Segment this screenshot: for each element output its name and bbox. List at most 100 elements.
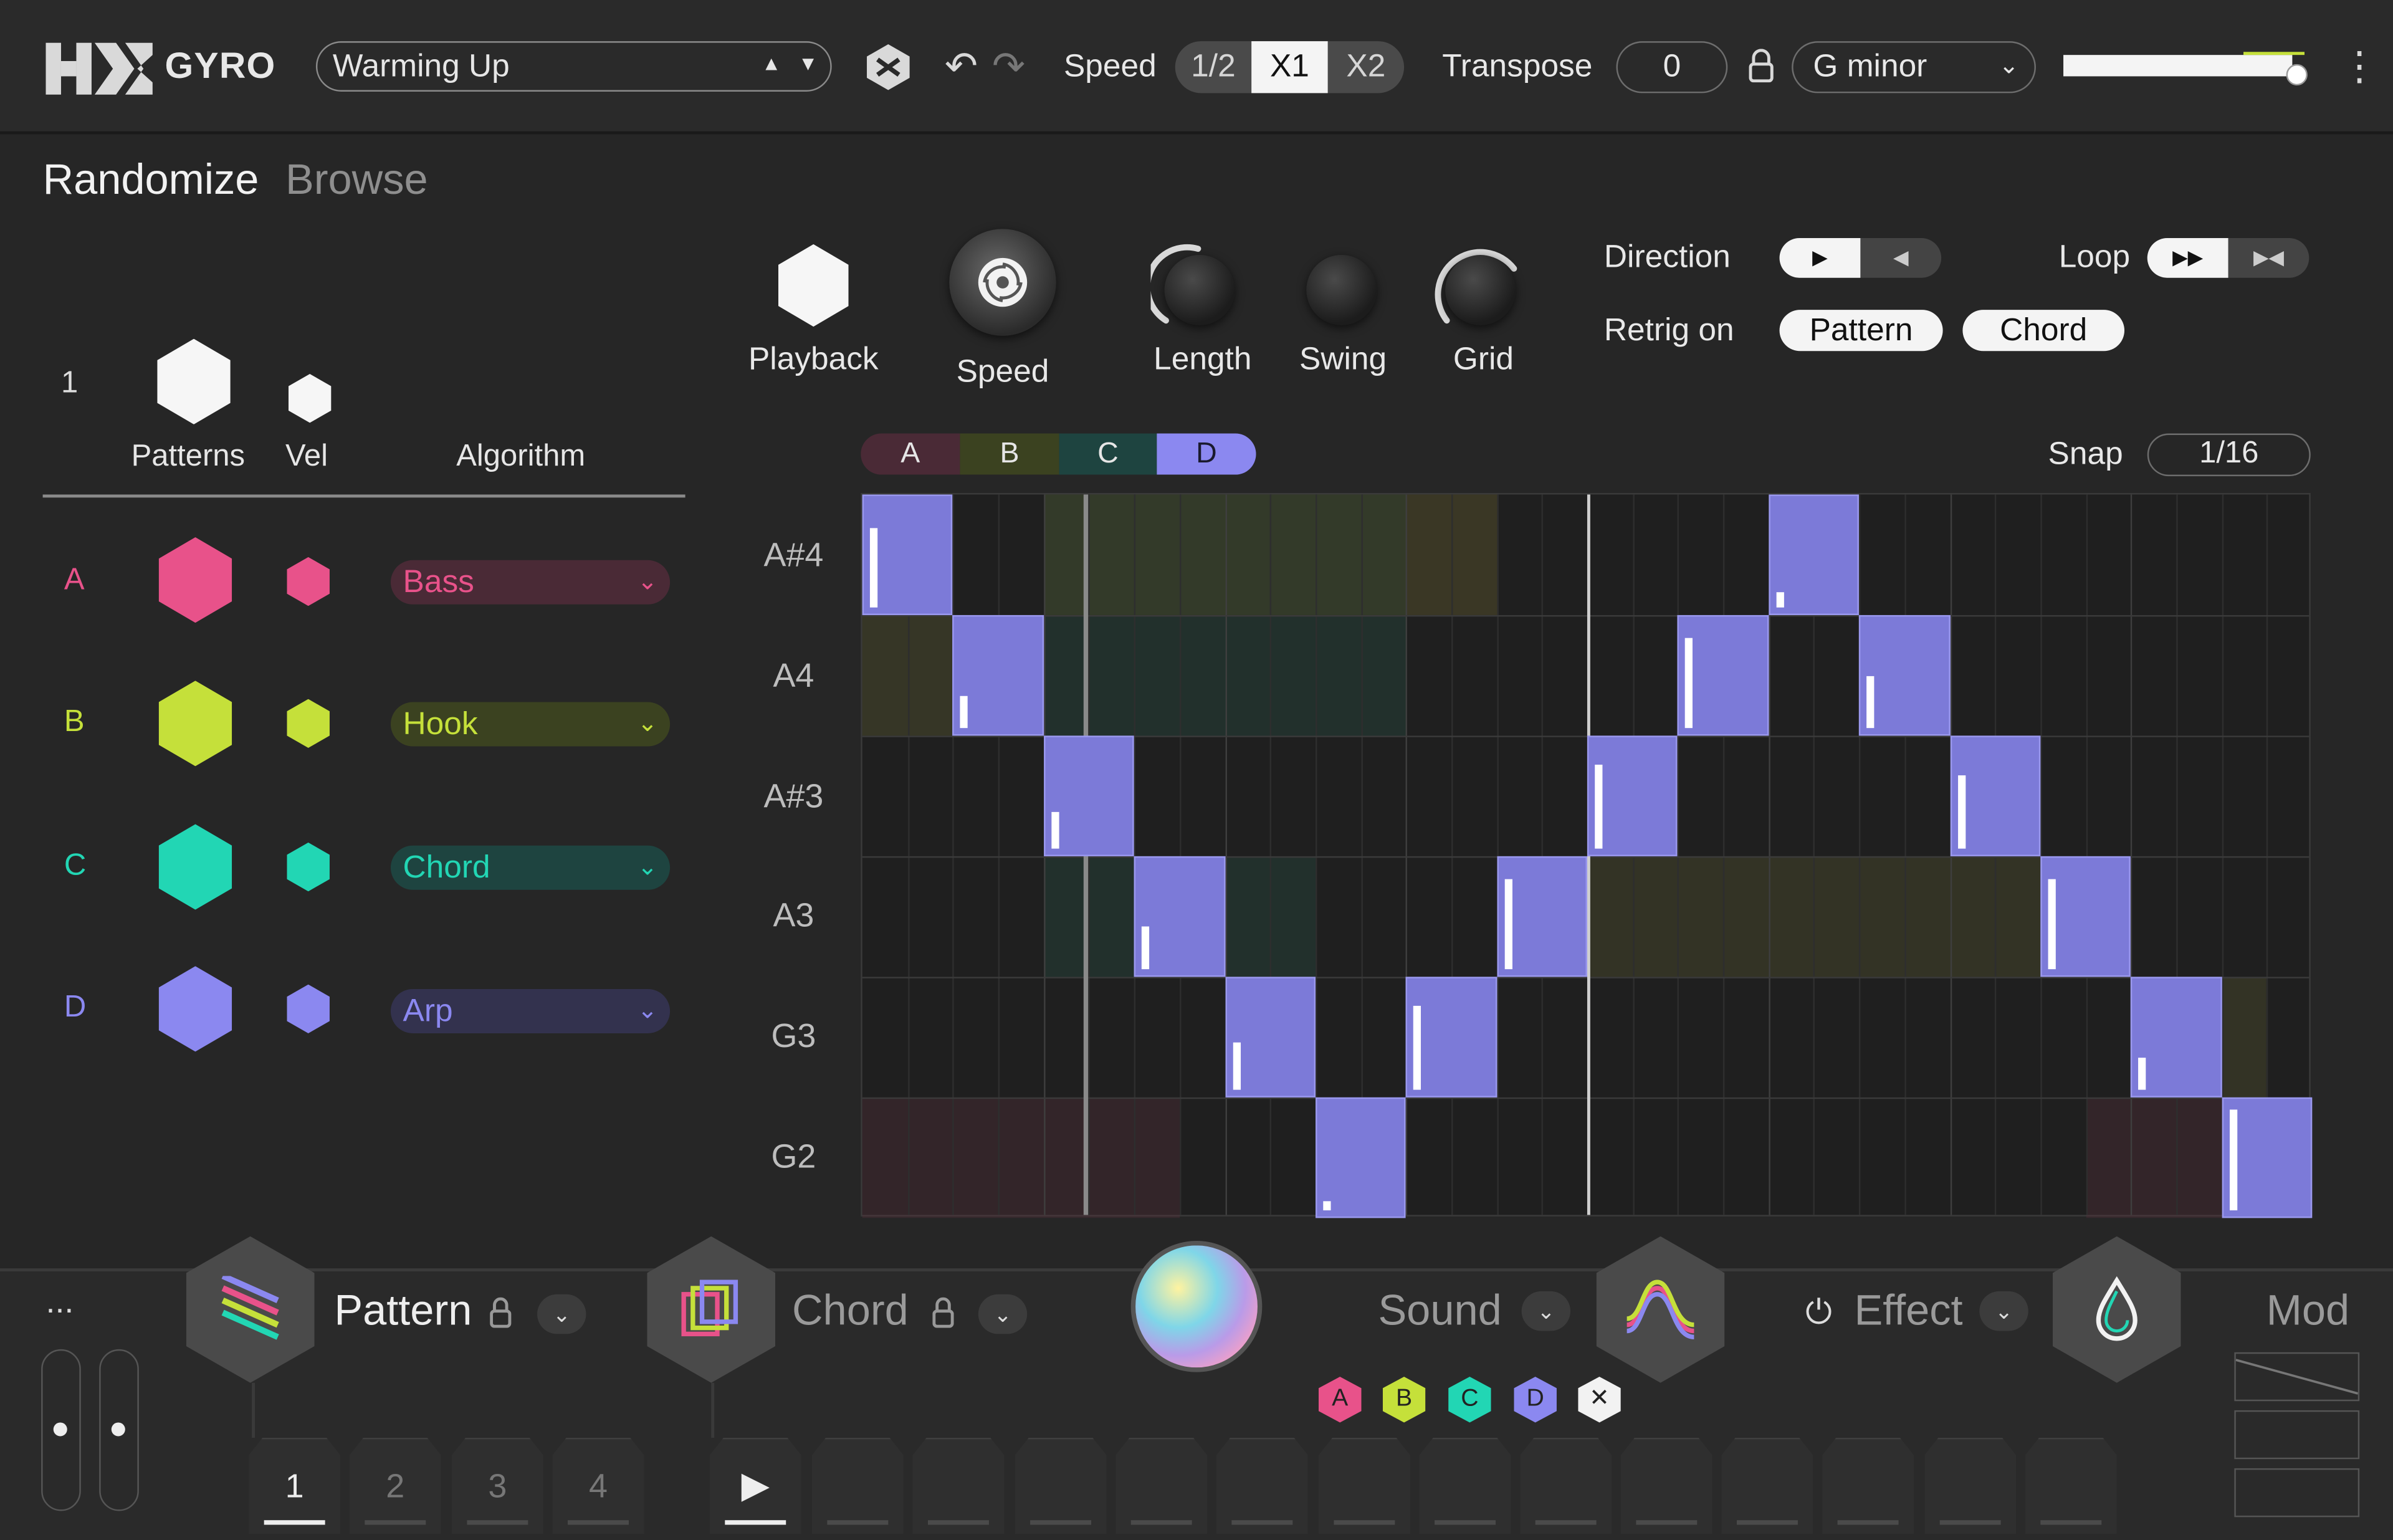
sequence-step[interactable] — [912, 1437, 1005, 1534]
note-block[interactable] — [953, 615, 1044, 736]
algorithm-a-dropdown[interactable]: Bass ⌄ — [390, 560, 671, 605]
vel-master-hexagon[interactable] — [288, 374, 332, 423]
lock-icon[interactable] — [490, 1297, 512, 1328]
pattern-dropdown-button[interactable]: ⌄ — [537, 1294, 586, 1334]
velocity-bar[interactable] — [1051, 811, 1059, 849]
velocity-bar[interactable] — [1595, 764, 1603, 849]
preset-selector[interactable]: Warming Up ▲ ▼ — [315, 41, 832, 92]
sequence-step[interactable] — [1721, 1437, 1813, 1534]
speed-x1-button[interactable]: X1 — [1251, 41, 1328, 93]
loop-pingpong-button[interactable]: ▶◀ — [2228, 238, 2309, 278]
velocity-bar[interactable] — [1504, 879, 1512, 970]
sequence-step[interactable] — [1015, 1437, 1107, 1534]
velocity-bar[interactable] — [1413, 1005, 1421, 1090]
pattern-tab-c[interactable]: C — [1059, 433, 1157, 475]
tab-randomize[interactable]: Randomize — [43, 156, 259, 204]
note-block[interactable] — [1225, 977, 1316, 1098]
velocity-bar[interactable] — [2048, 879, 2056, 970]
pattern-tab-a[interactable]: A — [861, 433, 960, 475]
pattern-slot-2[interactable]: 2 — [349, 1437, 441, 1534]
output-volume-slider[interactable] — [2063, 52, 2308, 86]
mod-wheel[interactable] — [99, 1349, 139, 1511]
speed-knob[interactable] — [949, 229, 1056, 336]
pattern-slot-4[interactable]: 4 — [552, 1437, 644, 1534]
note-block[interactable] — [1134, 856, 1225, 977]
direction-reverse-button[interactable]: ◀ — [1860, 238, 1941, 278]
velocity-bar[interactable] — [1957, 775, 1966, 849]
note-block[interactable] — [1587, 735, 1678, 856]
velocity-bar[interactable] — [1322, 1201, 1331, 1211]
key-selector[interactable]: G minor ⌄ — [1792, 41, 2036, 93]
sequence-play-button[interactable]: ▶ — [709, 1437, 801, 1534]
algorithm-c-dropdown[interactable]: Chord ⌄ — [390, 845, 671, 890]
volume-handle[interactable] — [2286, 64, 2308, 86]
playback-hexagon[interactable] — [778, 244, 849, 327]
randomize-dice-icon[interactable] — [864, 43, 912, 92]
algorithm-d-dropdown[interactable]: Arp ⌄ — [390, 988, 671, 1033]
note-block[interactable] — [2131, 977, 2222, 1098]
note-block[interactable] — [1496, 856, 1587, 977]
sequence-step[interactable] — [1318, 1437, 1410, 1534]
more-menu-icon[interactable]: ⋮ — [2339, 43, 2379, 90]
redo-icon[interactable]: ↷ — [992, 43, 1025, 90]
sequence-step[interactable] — [1620, 1437, 1712, 1534]
grid-knob[interactable] — [1445, 254, 1516, 325]
vel-a-hexagon[interactable] — [287, 557, 330, 606]
piano-roll-grid[interactable] — [861, 493, 2313, 1218]
pattern-slot-3[interactable]: 3 — [451, 1437, 543, 1534]
retrig-chord-button[interactable]: Chord — [1962, 310, 2125, 352]
velocity-bar[interactable] — [2138, 1058, 2146, 1090]
sequence-step[interactable] — [1822, 1437, 1914, 1534]
more-options-icon[interactable]: ... — [45, 1282, 74, 1322]
velocity-bar[interactable] — [1142, 927, 1150, 970]
speed-half-button[interactable]: 1/2 — [1175, 41, 1251, 93]
vel-d-hexagon[interactable] — [287, 984, 330, 1033]
velocity-bar[interactable] — [1866, 675, 1875, 729]
snap-selector[interactable]: 1/16 — [2147, 433, 2311, 477]
velocity-bar[interactable] — [2229, 1110, 2237, 1211]
algorithm-b-dropdown[interactable]: Hook ⌄ — [390, 702, 671, 747]
pattern-a-hexagon[interactable] — [158, 537, 232, 623]
sequence-step[interactable] — [1115, 1437, 1208, 1534]
chord-dropdown-button[interactable]: ⌄ — [978, 1294, 1028, 1334]
mod-wheel-handle[interactable] — [111, 1422, 125, 1437]
effect-dropdown-button[interactable]: ⌄ — [1979, 1291, 2028, 1331]
speed-x2-button[interactable]: X2 — [1328, 41, 1404, 93]
power-icon[interactable]: ⏻ — [1805, 1293, 1832, 1332]
pattern-c-hexagon[interactable] — [158, 824, 232, 910]
patterns-master-hexagon[interactable] — [157, 338, 231, 424]
pattern-slot-1[interactable]: 1 — [249, 1437, 341, 1534]
mod-slot-3[interactable] — [2234, 1468, 2360, 1518]
tab-browse[interactable]: Browse — [285, 156, 428, 204]
mod-slot-2[interactable] — [2234, 1410, 2360, 1460]
retrig-pattern-button[interactable]: Pattern — [1779, 310, 1943, 352]
transpose-input[interactable]: 0 — [1616, 41, 1728, 93]
sequence-step[interactable] — [1520, 1437, 1612, 1534]
note-block[interactable] — [1859, 615, 1950, 736]
loop-forward-button[interactable]: ▶▶ — [2147, 238, 2228, 278]
note-block[interactable] — [1678, 615, 1769, 736]
lock-icon[interactable] — [1747, 49, 1775, 83]
undo-icon[interactable]: ↶ — [945, 43, 978, 90]
velocity-bar[interactable] — [1776, 591, 1784, 608]
sequence-step[interactable] — [1419, 1437, 1511, 1534]
pattern-b-hexagon[interactable] — [158, 681, 232, 767]
vel-b-hexagon[interactable] — [287, 699, 330, 748]
vel-c-hexagon[interactable] — [287, 842, 330, 892]
velocity-bar[interactable] — [869, 528, 878, 608]
velocity-bar[interactable] — [960, 696, 968, 729]
note-block[interactable] — [2040, 856, 2131, 977]
pitch-wheel-handle[interactable] — [53, 1422, 67, 1437]
direction-forward-button[interactable]: ▶ — [1779, 238, 1861, 278]
velocity-bar[interactable] — [1232, 1042, 1240, 1090]
note-block[interactable] — [1043, 735, 1134, 856]
note-block[interactable] — [1315, 1097, 1407, 1218]
pattern-d-hexagon[interactable] — [158, 966, 232, 1052]
pattern-tab-b[interactable]: B — [960, 433, 1059, 475]
lock-icon[interactable] — [932, 1297, 954, 1328]
sequence-step[interactable] — [811, 1437, 904, 1534]
sound-orb[interactable] — [1130, 1241, 1263, 1372]
swing-knob[interactable] — [1306, 254, 1377, 325]
note-block[interactable] — [862, 494, 953, 615]
next-preset-icon[interactable]: ▼ — [798, 52, 818, 75]
